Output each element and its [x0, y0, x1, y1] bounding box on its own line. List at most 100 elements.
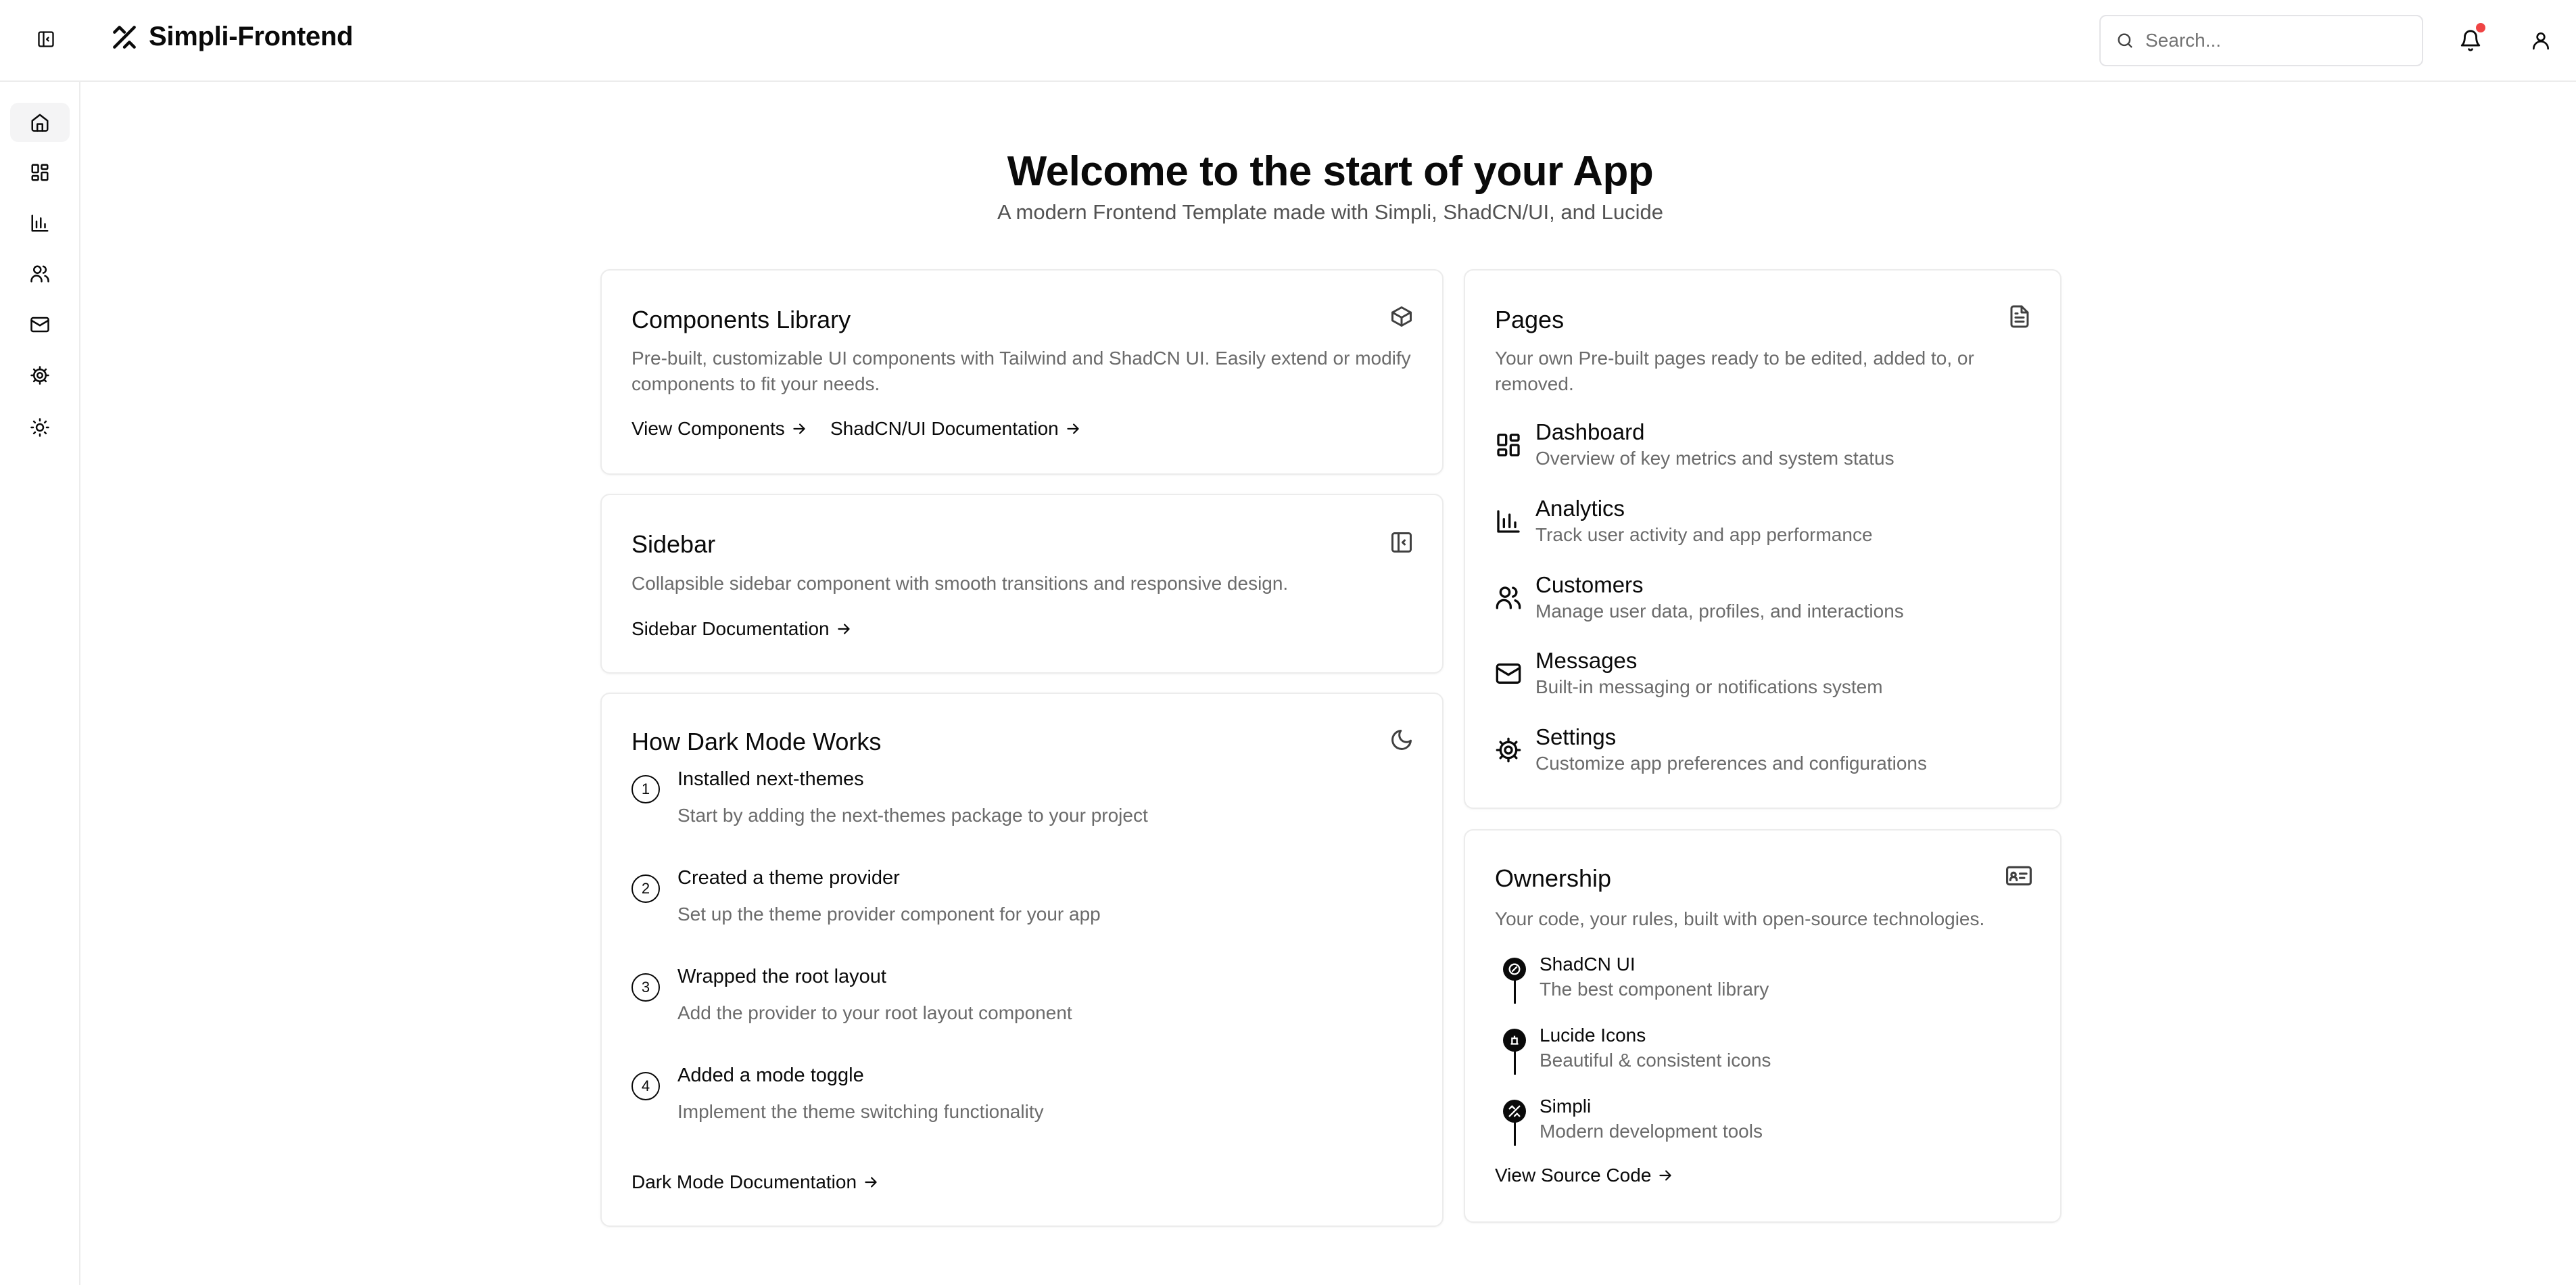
panel-left-icon	[1391, 532, 1412, 553]
step-description: Implement the theme switching functional…	[677, 1101, 1044, 1122]
ownership-card: Ownership Your code, your rules, built w…	[1464, 829, 2061, 1223]
view-components-link[interactable]: View Components	[631, 418, 808, 440]
users-icon	[1496, 586, 1521, 609]
users-icon	[30, 265, 49, 283]
card-title: Pages	[1495, 306, 1565, 333]
file-text-icon	[2010, 305, 2029, 328]
home-icon	[31, 114, 49, 132]
page-description: Overview of key metrics and system statu…	[1535, 448, 1894, 469]
sun-icon	[30, 418, 49, 437]
shadcn-docs-link[interactable]: ShadCN/UI Documentation	[830, 418, 1082, 440]
sidebar-card: Sidebar Collapsible sidebar component wi…	[600, 494, 1444, 674]
item-description: Modern development tools	[1540, 1121, 1763, 1142]
page-title: Settings	[1535, 724, 1617, 749]
card-title: Ownership	[1495, 864, 1612, 892]
page-description: Manage user data, profiles, and interact…	[1535, 601, 1904, 622]
view-source-link[interactable]: View Source Code	[1495, 1165, 1674, 1186]
dark-mode-card: How Dark Mode Works 1 Installed next-the…	[600, 693, 1444, 1227]
sidebar	[0, 82, 80, 1285]
components-library-card: Components Library Pre-built, customizab…	[600, 269, 1444, 475]
arrow-right-icon	[837, 624, 850, 634]
user-menu-button[interactable]	[2519, 19, 2562, 62]
theme-toggle-button[interactable]	[10, 408, 70, 447]
sidebar-item-messages[interactable]	[10, 305, 70, 344]
card-title: Sidebar	[631, 530, 716, 558]
page-title: Welcome to the start of your App	[1007, 148, 1654, 195]
card-description: Collapsible sidebar component with smoot…	[631, 573, 1289, 594]
shadcn-logo-icon	[1503, 958, 1526, 981]
search-input[interactable]	[2144, 29, 2404, 52]
step-title: Installed next-themes	[677, 768, 864, 790]
step-title: Added a mode toggle	[677, 1065, 864, 1086]
page-description: Customize app preferences and configurat…	[1535, 753, 1928, 774]
step-title: Created a theme provider	[677, 867, 900, 889]
page-link-settings[interactable]: Settings Customize app preferences and c…	[1495, 724, 2036, 785]
moon-icon	[1391, 730, 1412, 750]
simpli-logo-icon	[1503, 1100, 1526, 1123]
bell-icon	[2460, 30, 2481, 51]
page-subtitle: A modern Frontend Template made with Sim…	[997, 200, 1664, 224]
step-number: 2	[631, 874, 660, 903]
gear-icon	[30, 366, 49, 385]
dashboard-icon	[1497, 434, 1520, 457]
arrow-right-icon	[865, 1177, 877, 1188]
step-number: 4	[631, 1072, 660, 1100]
id-card-icon	[2006, 866, 2032, 886]
card-title: How Dark Mode Works	[631, 728, 882, 755]
page-link-dashboard[interactable]: Dashboard Overview of key metrics and sy…	[1495, 419, 2036, 480]
step-number: 1	[631, 775, 660, 803]
item-title: Simpli	[1540, 1096, 1592, 1117]
mail-icon	[1496, 663, 1521, 684]
sidebar-docs-link[interactable]: Sidebar Documentation	[631, 618, 853, 640]
step-description: Add the provider to your root layout com…	[677, 1002, 1072, 1023]
page-description: Built-in messaging or notifications syst…	[1535, 676, 1883, 697]
top-header: Simpli-Frontend	[0, 0, 2576, 82]
page-title: Customers	[1535, 572, 1644, 597]
item-description: Beautiful & consistent icons	[1540, 1050, 1771, 1071]
item-description: The best component library	[1540, 979, 1769, 1000]
notifications-button[interactable]	[2449, 19, 2492, 62]
lucide-logo-icon	[1503, 1029, 1526, 1052]
ownership-item: Lucide Icons Beautiful & consistent icon…	[1495, 1025, 1968, 1092]
search-box[interactable]	[2099, 15, 2423, 66]
user-icon	[2533, 32, 2549, 50]
card-description: Pre-built, customizable UI components wi…	[631, 348, 1411, 394]
step-title: Wrapped the root layout	[677, 966, 886, 987]
timeline-line	[1514, 1121, 1516, 1146]
dark-mode-docs-link[interactable]: Dark Mode Documentation	[631, 1171, 880, 1193]
step-description: Start by adding the next-themes package …	[677, 805, 1148, 826]
item-title: ShadCN UI	[1540, 954, 1636, 975]
card-description: Your own Pre-built pages ready to be edi…	[1495, 348, 1974, 394]
page-link-customers[interactable]: Customers Manage user data, profiles, an…	[1495, 572, 2036, 633]
sidebar-item-settings[interactable]	[10, 356, 70, 395]
arrow-right-icon	[793, 423, 805, 434]
arrow-right-icon	[1067, 423, 1079, 434]
card-description: Your code, your rules, built with open-s…	[1495, 908, 1985, 929]
arrow-right-icon	[1659, 1170, 1672, 1181]
panel-left-icon	[38, 31, 54, 47]
sidebar-toggle-button[interactable]	[27, 20, 65, 58]
box-icon	[1391, 306, 1412, 327]
step-description: Set up the theme provider component for …	[677, 904, 1101, 925]
pages-card: Pages Your own Pre-built pages ready to …	[1464, 269, 2061, 809]
brand[interactable]: Simpli-Frontend	[110, 22, 353, 52]
timeline-line	[1514, 1050, 1516, 1075]
ownership-item: Simpli Modern development tools	[1495, 1096, 1968, 1163]
sidebar-item-home[interactable]	[10, 103, 70, 142]
ownership-item: ShadCN UI The best component library	[1495, 954, 1968, 1021]
item-title: Lucide Icons	[1540, 1025, 1646, 1046]
page-title: Messages	[1535, 648, 1638, 673]
timeline-line	[1514, 979, 1516, 1004]
page-title: Analytics	[1535, 496, 1625, 521]
mail-icon	[30, 317, 49, 333]
page-link-analytics[interactable]: Analytics Track user activity and app pe…	[1495, 496, 2036, 557]
app-title: Simpli-Frontend	[149, 22, 354, 51]
card-title: Components Library	[631, 306, 851, 333]
page-link-messages[interactable]: Messages Built-in messaging or notificat…	[1495, 648, 2036, 709]
chart-icon	[1497, 510, 1520, 533]
logo-icon	[113, 25, 136, 49]
sidebar-item-customers[interactable]	[10, 254, 70, 294]
gear-icon	[1496, 737, 1521, 763]
page-title: Dashboard	[1535, 419, 1645, 444]
step-number: 3	[631, 973, 660, 1002]
